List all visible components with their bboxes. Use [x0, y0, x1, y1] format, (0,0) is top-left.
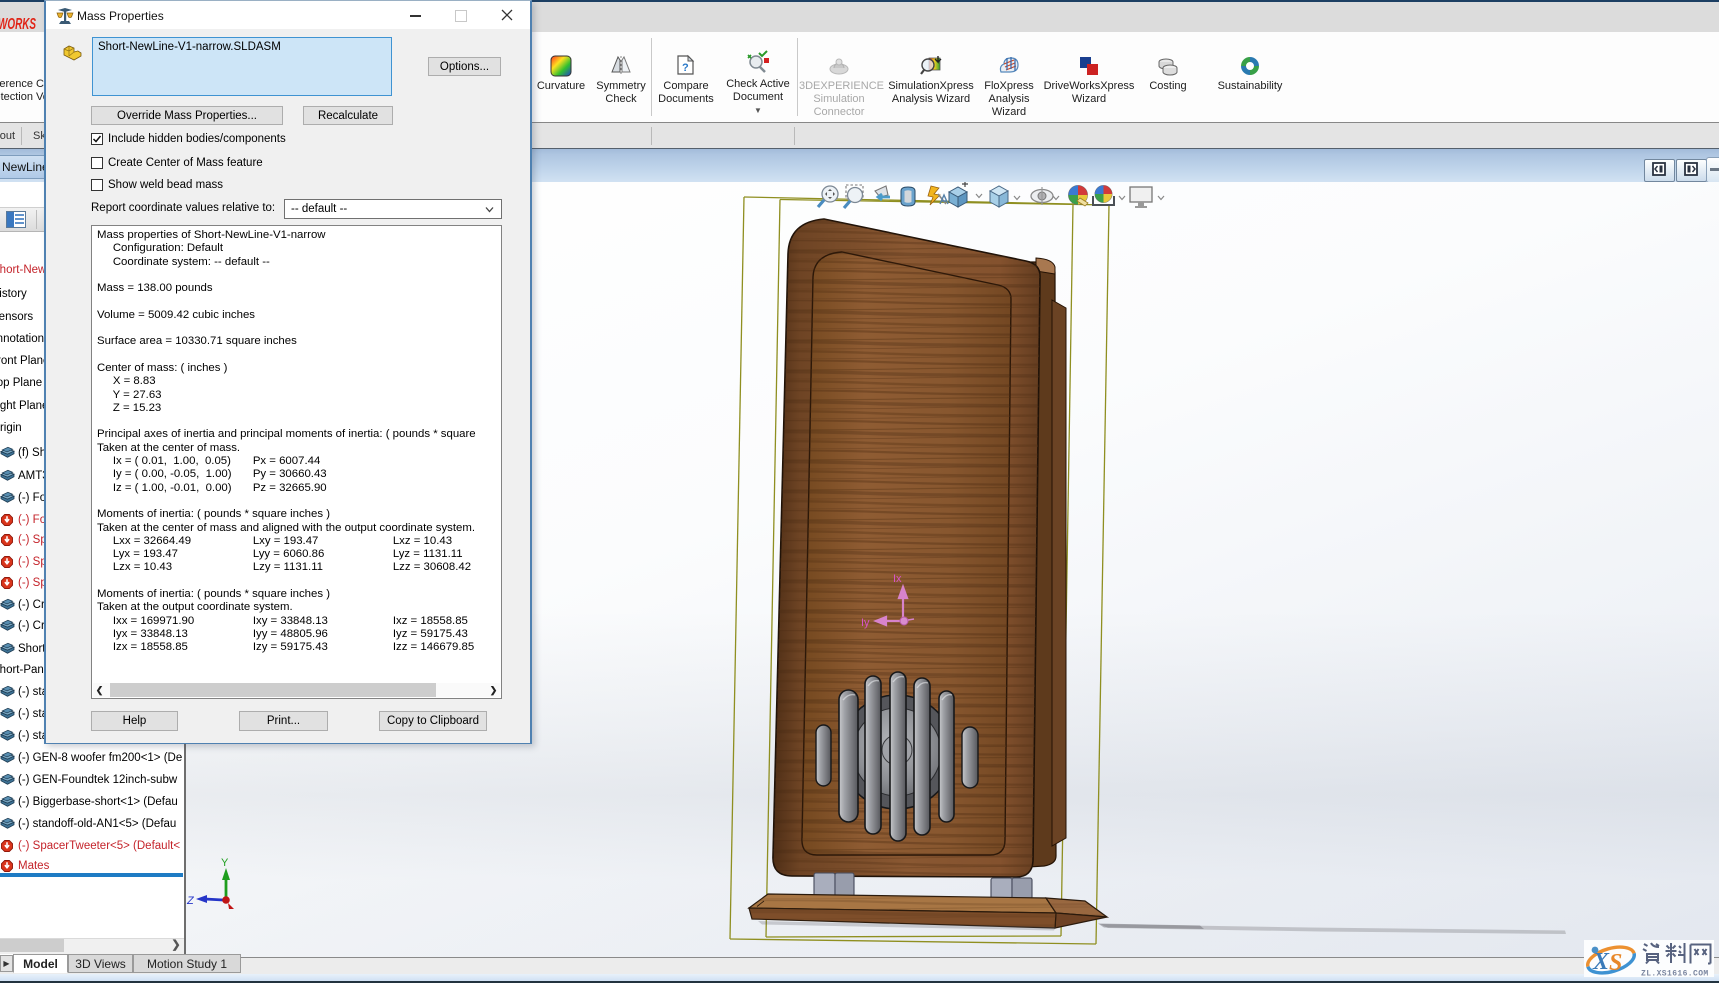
svg-text:Ix: Ix: [893, 573, 902, 585]
svg-text:Iy: Iy: [861, 617, 870, 629]
svg-text:S: S: [1609, 950, 1622, 976]
svg-text:?: ?: [682, 62, 689, 74]
svg-text:Y: Y: [221, 857, 229, 869]
svg-text:ZL.XS1616.COM: ZL.XS1616.COM: [1641, 970, 1709, 978]
svg-text:Z: Z: [186, 895, 195, 907]
svg-text:X: X: [1592, 949, 1610, 975]
